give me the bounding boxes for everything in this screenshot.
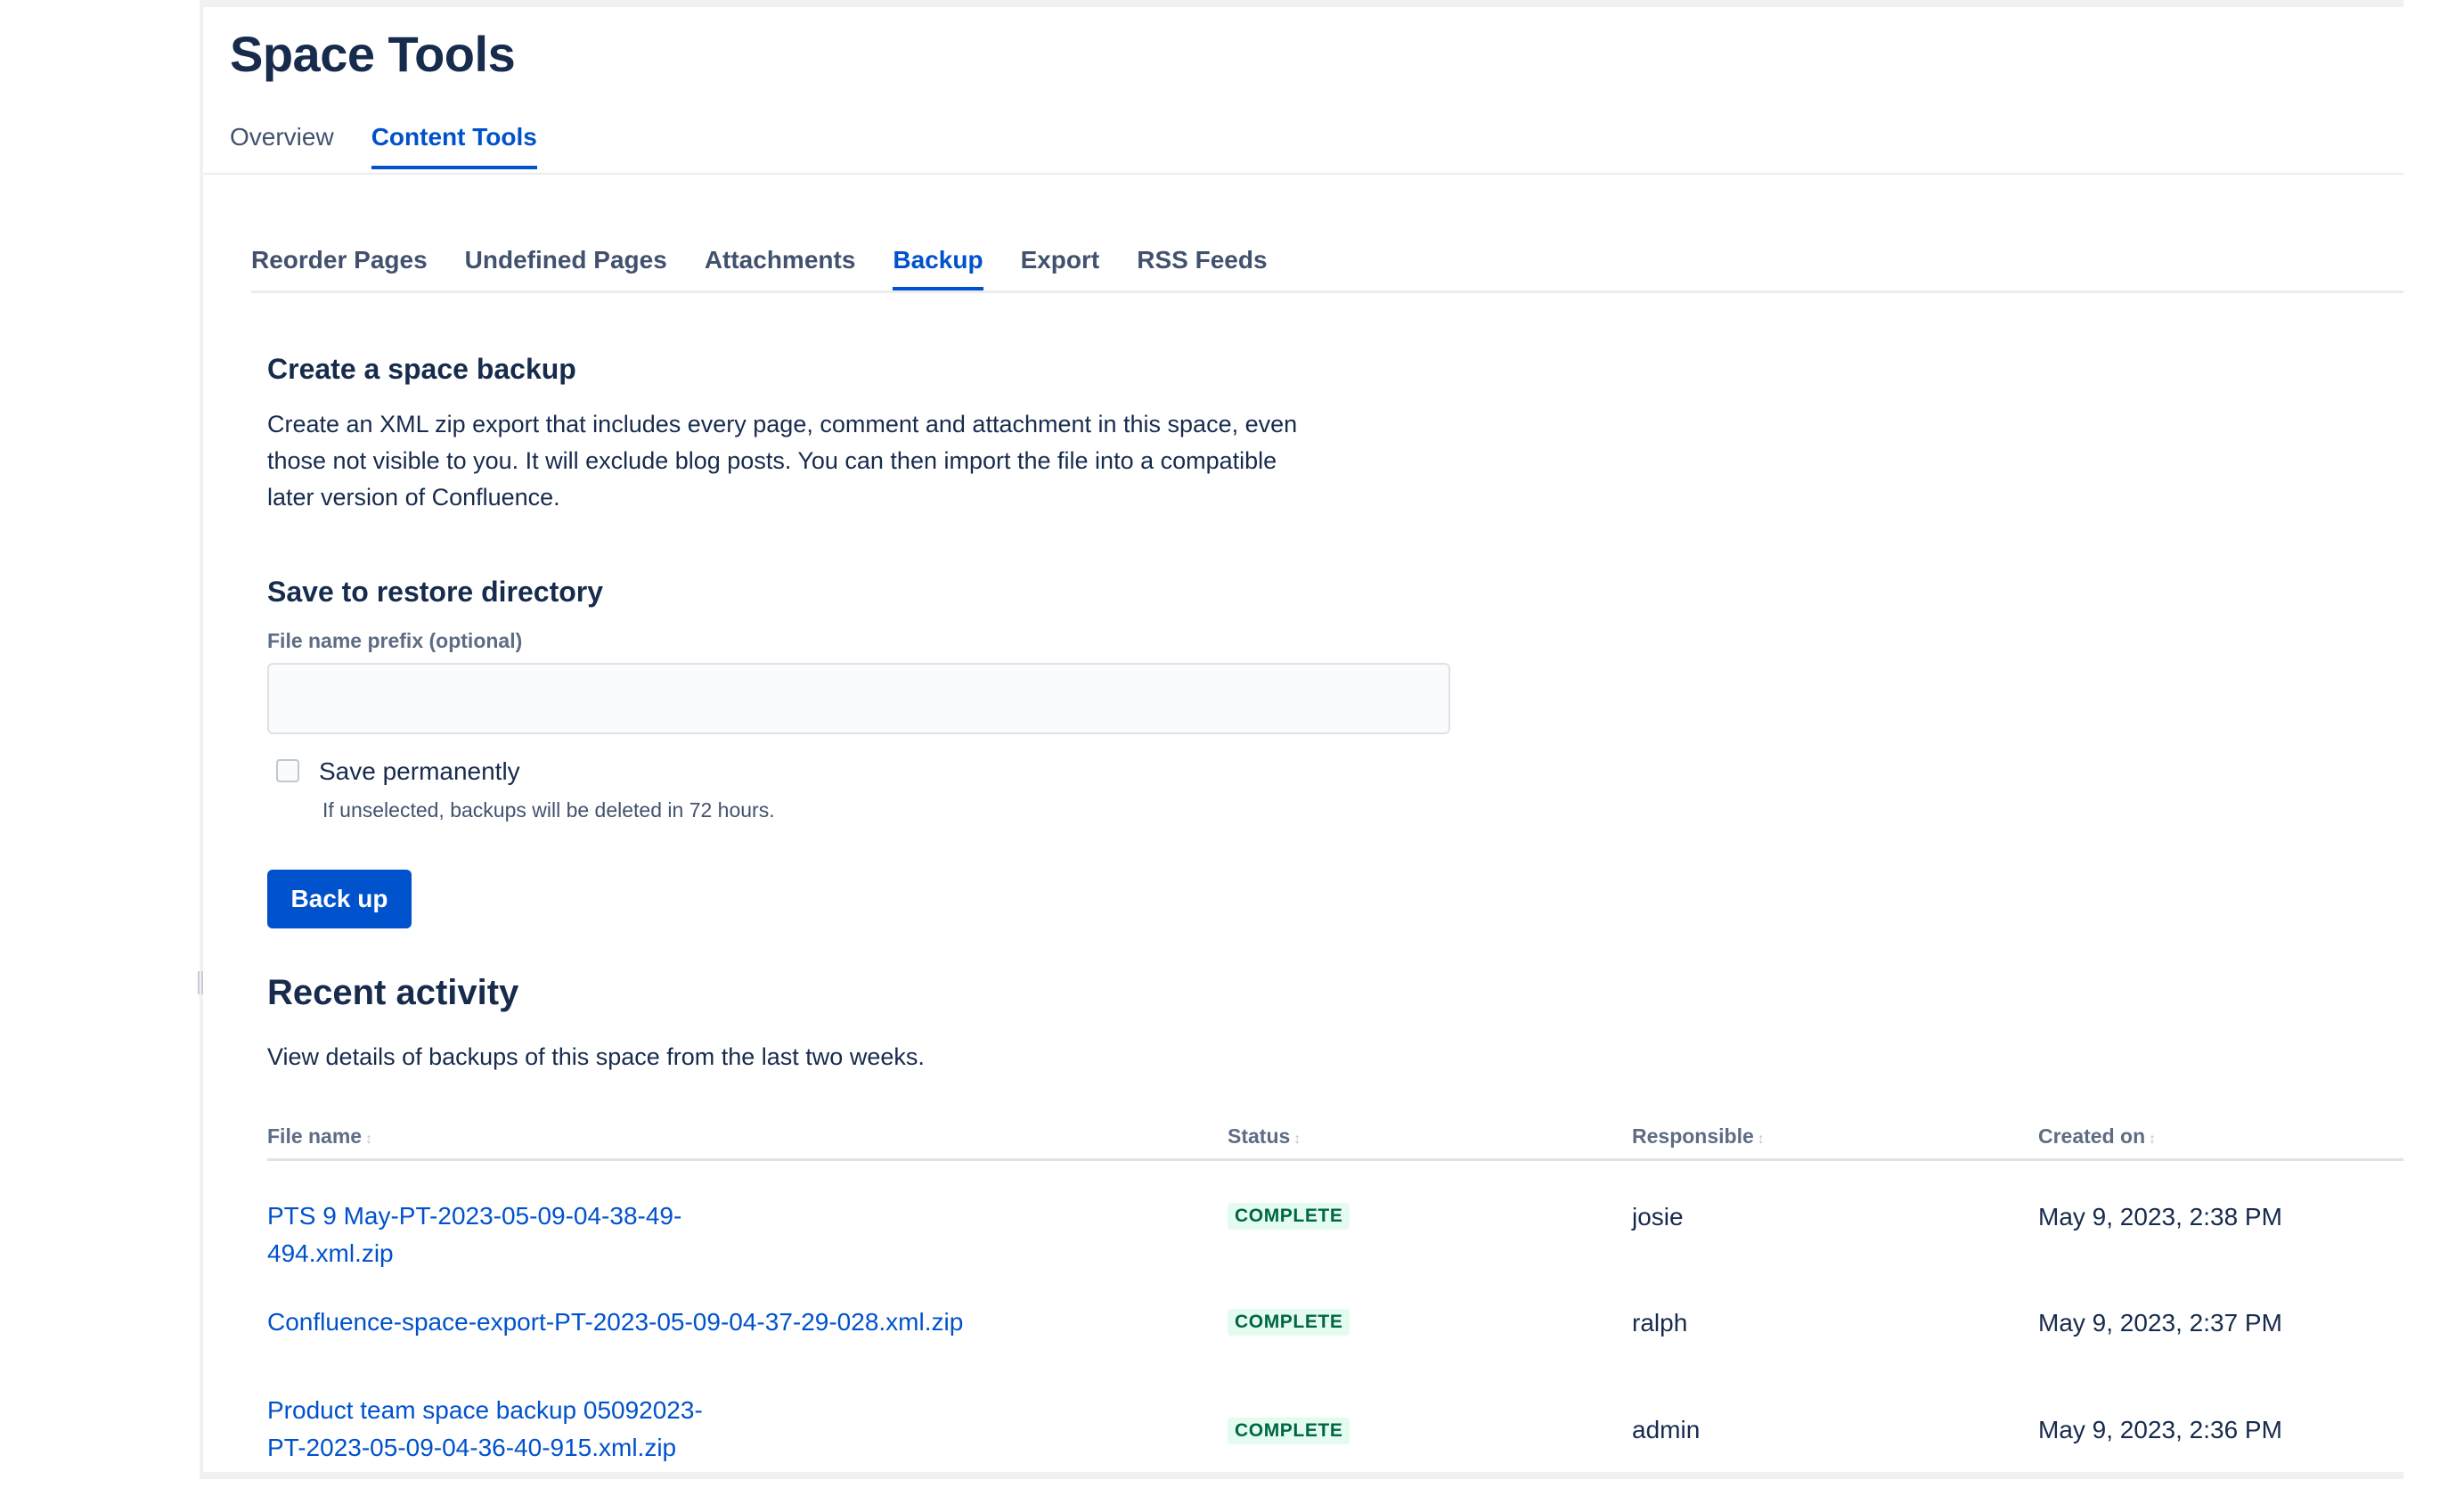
- resize-handle[interactable]: [198, 971, 203, 994]
- table-header-divider: [267, 1158, 2403, 1161]
- column-header-status[interactable]: Status ↕: [1228, 1124, 1301, 1149]
- subtab-rss-feeds[interactable]: RSS Feeds: [1137, 246, 1267, 290]
- file-name-prefix-input[interactable]: [267, 663, 1450, 734]
- subtab-backup[interactable]: Backup: [893, 246, 983, 290]
- description-line: those not visible to you. It will exclud…: [267, 447, 1277, 474]
- column-header-created-on[interactable]: Created on ↕: [2038, 1124, 2156, 1149]
- responsible-user: admin: [1632, 1416, 1701, 1443]
- status-badge: COMPLETE: [1228, 1309, 1350, 1336]
- description-line: Create an XML zip export that includes e…: [267, 411, 1298, 437]
- save-permanently-checkbox[interactable]: [276, 759, 299, 782]
- tab-overview[interactable]: Overview: [230, 123, 334, 169]
- file-name-line: PTS 9 May-PT-2023-05-09-04-38-49-494.xml…: [267, 1202, 682, 1267]
- sort-icon: ↕: [2149, 1132, 2157, 1147]
- back-up-button[interactable]: Back up: [267, 870, 412, 928]
- subtabs-divider: [251, 290, 2403, 293]
- description-line: later version of Confluence.: [267, 484, 560, 511]
- status-badge: COMPLETE: [1228, 1418, 1350, 1444]
- created-on-date: May 9, 2023, 2:36 PM: [2038, 1416, 2282, 1443]
- space-tools-tabs: Overview Content Tools: [230, 123, 537, 169]
- status-badge: COMPLETE: [1228, 1203, 1350, 1230]
- created-on-date: May 9, 2023, 2:37 PM: [2038, 1309, 2282, 1337]
- backup-file-link[interactable]: PTS 9 May-PT-2023-05-09-04-38-49-494.xml…: [267, 1198, 802, 1272]
- file-name-line: Confluence-space-export-PT-2023-05-09-04…: [267, 1308, 964, 1336]
- prefix-label: File name prefix (optional): [267, 629, 523, 652]
- save-permanently-label: Save permanently: [319, 757, 520, 785]
- content-tools-subtabs: Reorder Pages Undefined Pages Attachment…: [251, 246, 1268, 290]
- recent-activity-description: View details of backups of this space fr…: [267, 1043, 925, 1070]
- page-title: Space Tools: [230, 26, 516, 82]
- column-header-label: File name: [267, 1124, 363, 1148]
- create-backup-heading: Create a space backup: [267, 353, 576, 385]
- sort-icon: ↕: [1757, 1132, 1765, 1147]
- tab-content-tools[interactable]: Content Tools: [371, 123, 537, 169]
- backup-file-link[interactable]: Product team space backup 05092023- PT-2…: [267, 1392, 802, 1467]
- restore-directory-heading: Save to restore directory: [267, 576, 604, 608]
- file-name-line: Product team space backup 05092023-: [267, 1396, 703, 1424]
- sort-icon: ↕: [1293, 1132, 1301, 1147]
- column-header-label: Status: [1228, 1124, 1291, 1148]
- save-permanently-help: If unselected, backups will be deleted i…: [322, 798, 775, 822]
- sort-icon: ↕: [365, 1132, 373, 1147]
- create-backup-description: Create an XML zip export that includes e…: [267, 406, 1461, 516]
- responsible-user: josie: [1632, 1203, 1684, 1230]
- column-header-label: Responsible: [1632, 1124, 1754, 1148]
- file-name-line: PT-2023-05-09-04-36-40-915.xml.zip: [267, 1434, 677, 1461]
- subtab-undefined-pages[interactable]: Undefined Pages: [465, 246, 667, 290]
- subtab-reorder-pages[interactable]: Reorder Pages: [251, 246, 428, 290]
- tabs-divider: [203, 173, 2403, 175]
- created-on-date: May 9, 2023, 2:38 PM: [2038, 1203, 2282, 1230]
- column-header-responsible[interactable]: Responsible ↕: [1632, 1124, 1765, 1149]
- subtab-export[interactable]: Export: [1021, 246, 1100, 290]
- recent-activity-heading: Recent activity: [267, 973, 519, 1012]
- responsible-user: ralph: [1632, 1309, 1688, 1337]
- column-header-label: Created on: [2038, 1124, 2146, 1148]
- column-header-file-name[interactable]: File name ↕: [267, 1124, 372, 1149]
- subtab-attachments[interactable]: Attachments: [705, 246, 856, 290]
- backup-file-link[interactable]: Confluence-space-export-PT-2023-05-09-04…: [267, 1304, 1212, 1341]
